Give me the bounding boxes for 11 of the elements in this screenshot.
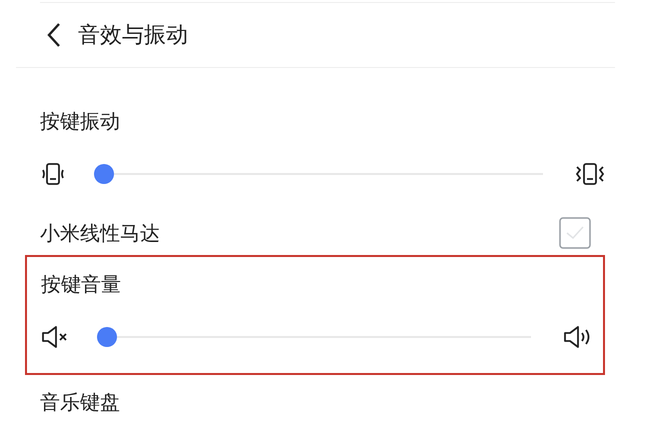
mute-icon — [41, 325, 69, 349]
setting-label: 音乐键盘 — [40, 390, 120, 414]
setting-label: 按键振动 — [40, 109, 120, 133]
setting-label: 按键音量 — [41, 272, 121, 296]
back-icon[interactable] — [46, 22, 62, 48]
vibrate-high-icon — [575, 163, 605, 185]
setting-label: 小米线性马达 — [40, 220, 160, 246]
slider-thumb[interactable] — [94, 164, 114, 184]
vibrate-low-icon — [40, 163, 66, 185]
page-title: 音效与振动 — [78, 22, 188, 50]
slider-thumb[interactable] — [97, 327, 117, 347]
